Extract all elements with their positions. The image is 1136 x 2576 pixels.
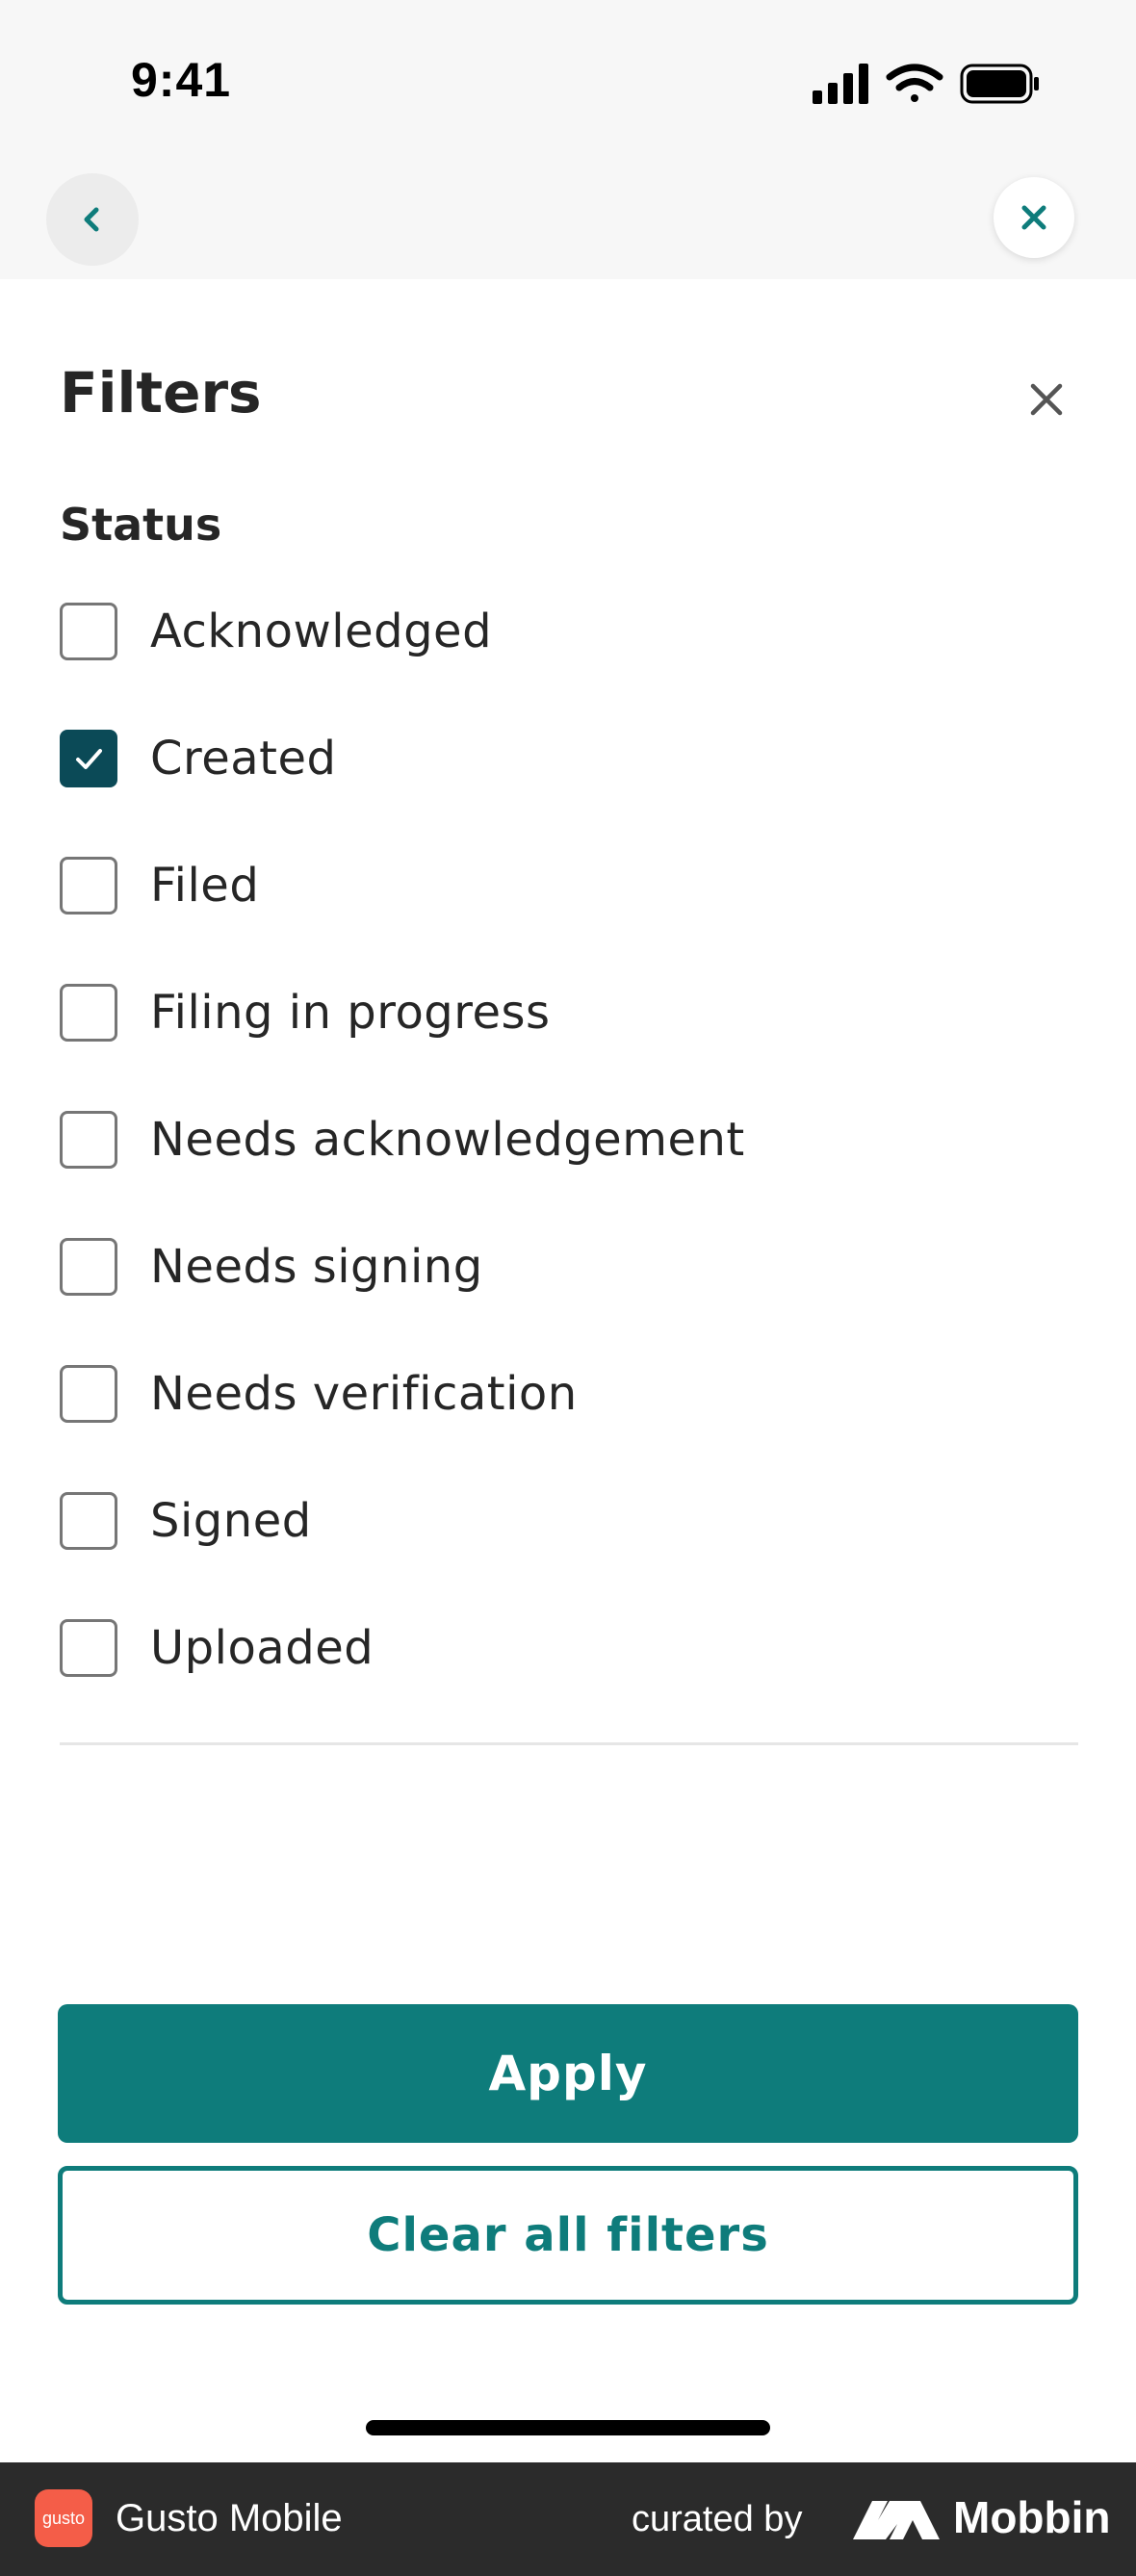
status-time: 9:41 <box>131 53 232 107</box>
mobbin-logo-icon <box>853 2501 940 2539</box>
status-icons <box>813 64 1039 104</box>
option-label: Needs signing <box>150 1240 483 1294</box>
close-icon <box>1030 383 1063 416</box>
close-button[interactable] <box>994 177 1074 258</box>
checkbox[interactable] <box>60 984 117 1042</box>
checkbox-checked[interactable] <box>60 730 117 787</box>
wifi-icon <box>886 64 943 102</box>
option-label: Filed <box>150 859 260 913</box>
sheet-title: Filters <box>60 360 262 425</box>
chevron-left-icon <box>84 207 99 232</box>
battery-icon <box>960 64 1039 104</box>
option-label: Needs acknowledgement <box>150 1113 745 1167</box>
status-section-label: Status <box>60 499 222 551</box>
signal-icon <box>813 64 868 104</box>
home-indicator <box>366 2420 770 2435</box>
curated-by-label: curated by <box>632 2499 803 2539</box>
sheet-close-button[interactable] <box>1020 374 1072 425</box>
option-label: Created <box>150 732 337 786</box>
filter-option-signed[interactable]: Signed <box>60 1457 1080 1584</box>
filter-option-filed[interactable]: Filed <box>60 822 1080 949</box>
status-options-list: Acknowledged Created Filed Filing in pro… <box>60 568 1080 1712</box>
attribution-footer: gusto Gusto Mobile curated by Mobbin <box>0 2462 1136 2576</box>
checkbox[interactable] <box>60 857 117 914</box>
option-label: Acknowledged <box>150 605 493 658</box>
checkbox[interactable] <box>60 1619 117 1677</box>
filter-option-needs-acknowledgement[interactable]: Needs acknowledgement <box>60 1076 1080 1203</box>
checkbox[interactable] <box>60 1111 117 1169</box>
app-name: Gusto Mobile <box>116 2497 343 2539</box>
clear-all-filters-button[interactable]: Clear all filters <box>58 2166 1078 2305</box>
mobbin-brand: Mobbin <box>953 2492 1111 2542</box>
filter-option-filing-in-progress[interactable]: Filing in progress <box>60 949 1080 1076</box>
gusto-app-logo: gusto <box>35 2489 92 2547</box>
filter-option-acknowledged[interactable]: Acknowledged <box>60 568 1080 695</box>
filters-sheet: Filters Status Acknowledged Created File… <box>0 279 1136 2462</box>
divider <box>60 1742 1078 1745</box>
checkbox[interactable] <box>60 1365 117 1423</box>
option-label: Needs verification <box>150 1367 578 1421</box>
checkbox[interactable] <box>60 1238 117 1296</box>
filter-option-needs-verification[interactable]: Needs verification <box>60 1330 1080 1457</box>
status-bar: 9:41 <box>0 0 1136 279</box>
apply-button[interactable]: Apply <box>58 2004 1078 2143</box>
filter-option-created[interactable]: Created <box>60 695 1080 822</box>
option-label: Filing in progress <box>150 986 551 1040</box>
filter-option-needs-signing[interactable]: Needs signing <box>60 1203 1080 1330</box>
option-label: Uploaded <box>150 1621 374 1675</box>
checkbox[interactable] <box>60 1492 117 1550</box>
checkmark-icon <box>76 749 102 769</box>
option-label: Signed <box>150 1494 312 1548</box>
checkbox[interactable] <box>60 603 117 660</box>
close-icon <box>1021 205 1046 230</box>
back-button[interactable] <box>46 173 139 266</box>
filter-option-uploaded[interactable]: Uploaded <box>60 1584 1080 1712</box>
